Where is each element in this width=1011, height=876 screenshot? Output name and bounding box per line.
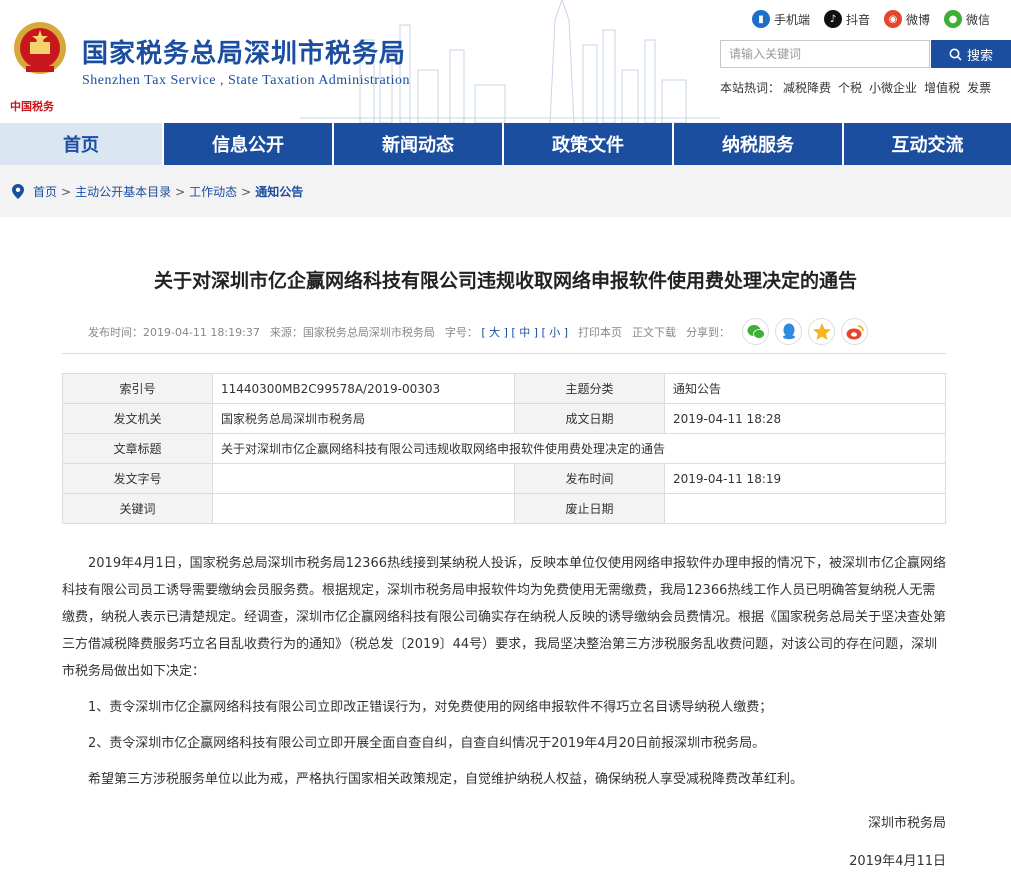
hotwords-bar: 本站热词： 减税降费 个税 小微企业 增值税 发票 (720, 79, 991, 96)
douyin-icon: ♪ (824, 10, 843, 28)
nav-item-news[interactable]: 新闻动态 (334, 123, 504, 165)
breadcrumb-link-notice[interactable]: 通知公告 (255, 183, 303, 200)
hotword-link[interactable]: 个税 (838, 79, 862, 96)
breadcrumb-link-catalog[interactable]: 主动公开基本目录 (75, 183, 171, 200)
publish-time: 发布时间：2019-04-11 18:19:37 (88, 325, 260, 339)
info-key: 发文字号 (62, 463, 213, 494)
article-paragraph: 2、责令深圳市亿企赢网络科技有限公司立即开展全面自查自纠，自查自纠情况于2019… (88, 736, 766, 751)
article-source: 来源：国家税务总局深圳市税务局 (269, 325, 435, 339)
breadcrumb-separator: > (241, 184, 252, 199)
breadcrumb: 首页 > 主动公开基本目录 > 工作动态 > 通知公告 (12, 183, 303, 200)
font-size-label: 字号： (444, 325, 478, 339)
share-qzone-icon[interactable] (808, 318, 836, 345)
share-qq-icon[interactable] (775, 318, 803, 345)
share-label: 分享到： (686, 325, 731, 339)
info-key: 文章标题 (62, 433, 213, 464)
info-key: 废止日期 (514, 493, 665, 524)
info-value: 通知公告 (664, 373, 946, 404)
article-date: 2019年4月11日 (849, 854, 946, 869)
table-row: 索引号 11440300MB2C99578A/2019-00303 主题分类 通… (62, 373, 946, 404)
nav-item-home[interactable]: 首页 (0, 123, 164, 165)
info-key: 主题分类 (514, 373, 665, 404)
nav-item-tax-service[interactable]: 纳税服务 (674, 123, 844, 165)
share-weibo-icon[interactable] (841, 318, 869, 345)
site-title[interactable]: 国家税务总局深圳市税务局 (82, 33, 406, 70)
article-meta: 发布时间：2019-04-11 18:19:37 来源：国家税务总局深圳市税务局… (88, 318, 869, 345)
national-emblem-logo: 中国税务 (10, 18, 70, 113)
hotword-link[interactable]: 发票 (967, 79, 991, 96)
table-row: 文章标题 关于对深圳市亿企赢网络科技有限公司违规收取网络申报软件使用费处理决定的… (62, 433, 946, 464)
nav-item-info-disclosure[interactable]: 信息公开 (164, 123, 334, 165)
social-links: ▮ 手机端 ♪ 抖音 ◉ 微博 ● 微信 (752, 10, 990, 28)
font-size-control: 字号： [ 大 ] [ 中 ] [ 小 ] (445, 324, 568, 340)
info-key: 发文机关 (62, 403, 213, 434)
table-row: 发文机关 国家税务总局深圳市税务局 成文日期 2019-04-11 18:28 (62, 403, 946, 434)
breadcrumb-link-work[interactable]: 工作动态 (189, 183, 237, 200)
search-button-label: 搜索 (966, 48, 993, 64)
download-button[interactable]: 正文下载 (632, 324, 676, 340)
social-mobile-label: 手机端 (774, 12, 811, 27)
article-paragraph: 2019年4月1日，国家税务总局深圳市税务局12366热线接到某纳税人投诉，反映… (62, 556, 947, 679)
share-wechat-icon[interactable] (742, 318, 770, 345)
search-input[interactable]: 请输入关键词 (720, 40, 930, 68)
info-value: 2019-04-11 18:28 (664, 403, 946, 434)
nav-item-policy[interactable]: 政策文件 (504, 123, 674, 165)
breadcrumb-link-home[interactable]: 首页 (33, 183, 57, 200)
info-value: 关于对深圳市亿企赢网络科技有限公司违规收取网络申报软件使用费处理决定的通告 (212, 433, 946, 464)
mobile-icon: ▮ (752, 10, 770, 28)
weibo-icon: ◉ (884, 10, 903, 28)
font-size-medium-button[interactable]: [ 中 ] (511, 326, 538, 339)
hotword-link[interactable]: 增值税 (924, 79, 960, 96)
article-paragraph: 希望第三方涉税服务单位以此为戒，严格执行国家相关政策规定，自觉维护纳税人权益，确… (88, 772, 804, 787)
font-size-large-button[interactable]: [ 大 ] (481, 326, 508, 339)
document-info-table: 索引号 11440300MB2C99578A/2019-00303 主题分类 通… (62, 373, 946, 524)
table-row: 发文字号 发布时间 2019-04-11 18:19 (62, 463, 946, 494)
site-header: 中国税务 国家税务总局深圳市税务局 Shenzhen Tax Service ,… (0, 0, 1011, 123)
info-value (664, 493, 946, 524)
logo-caption: 中国税务 (10, 100, 54, 113)
site-subtitle: Shenzhen Tax Service , State Taxation Ad… (82, 73, 410, 88)
info-value: 11440300MB2C99578A/2019-00303 (212, 373, 515, 404)
share-icons (742, 318, 869, 345)
social-mobile-link[interactable]: ▮ 手机端 (752, 10, 810, 28)
article-body: 2019年4月1日，国家税务总局深圳市税务局12366热线接到某纳税人投诉，反映… (62, 550, 946, 802)
hotwords-label: 本站热词： (720, 81, 781, 95)
hotword-link[interactable]: 减税降费 (783, 79, 831, 96)
social-wechat-label: 微信 (966, 12, 991, 27)
social-weibo-label: 微博 (906, 12, 931, 27)
info-key: 关键词 (62, 493, 213, 524)
social-douyin-link[interactable]: ♪ 抖音 (824, 10, 870, 28)
nav-item-interaction[interactable]: 互动交流 (844, 123, 1011, 165)
breadcrumb-separator: > (175, 184, 186, 199)
print-button[interactable]: 打印本页 (578, 324, 622, 340)
info-value: 国家税务总局深圳市税务局 (212, 403, 515, 434)
location-pin-icon (12, 184, 24, 199)
wechat-icon: ● (944, 10, 963, 28)
search-icon (949, 48, 962, 61)
info-value (212, 463, 515, 494)
article-title: 关于对深圳市亿企赢网络科技有限公司违规收取网络申报软件使用费处理决定的通告 (153, 270, 857, 292)
info-key: 成文日期 (514, 403, 665, 434)
social-wechat-link[interactable]: ● 微信 (944, 10, 990, 28)
table-row: 关键词 废止日期 (62, 493, 946, 524)
info-key: 索引号 (62, 373, 213, 404)
social-weibo-link[interactable]: ◉ 微博 (884, 10, 930, 28)
article-signature: 深圳市税务局 (867, 816, 946, 831)
divider (62, 353, 946, 354)
social-douyin-label: 抖音 (846, 12, 871, 27)
info-value: 2019-04-11 18:19 (664, 463, 946, 494)
info-value (212, 493, 515, 524)
article-paragraph: 1、责令深圳市亿企赢网络科技有限公司立即改正错误行为，对免费使用的网络申报软件不… (88, 700, 773, 715)
breadcrumb-separator: > (61, 184, 72, 199)
main-nav: 首页 信息公开 新闻动态 政策文件 纳税服务 互动交流 (0, 123, 1011, 165)
search-button[interactable]: 搜索 (931, 40, 1011, 68)
info-key: 发布时间 (514, 463, 665, 494)
hotword-link[interactable]: 小微企业 (869, 79, 917, 96)
font-size-small-button[interactable]: [ 小 ] (541, 326, 568, 339)
